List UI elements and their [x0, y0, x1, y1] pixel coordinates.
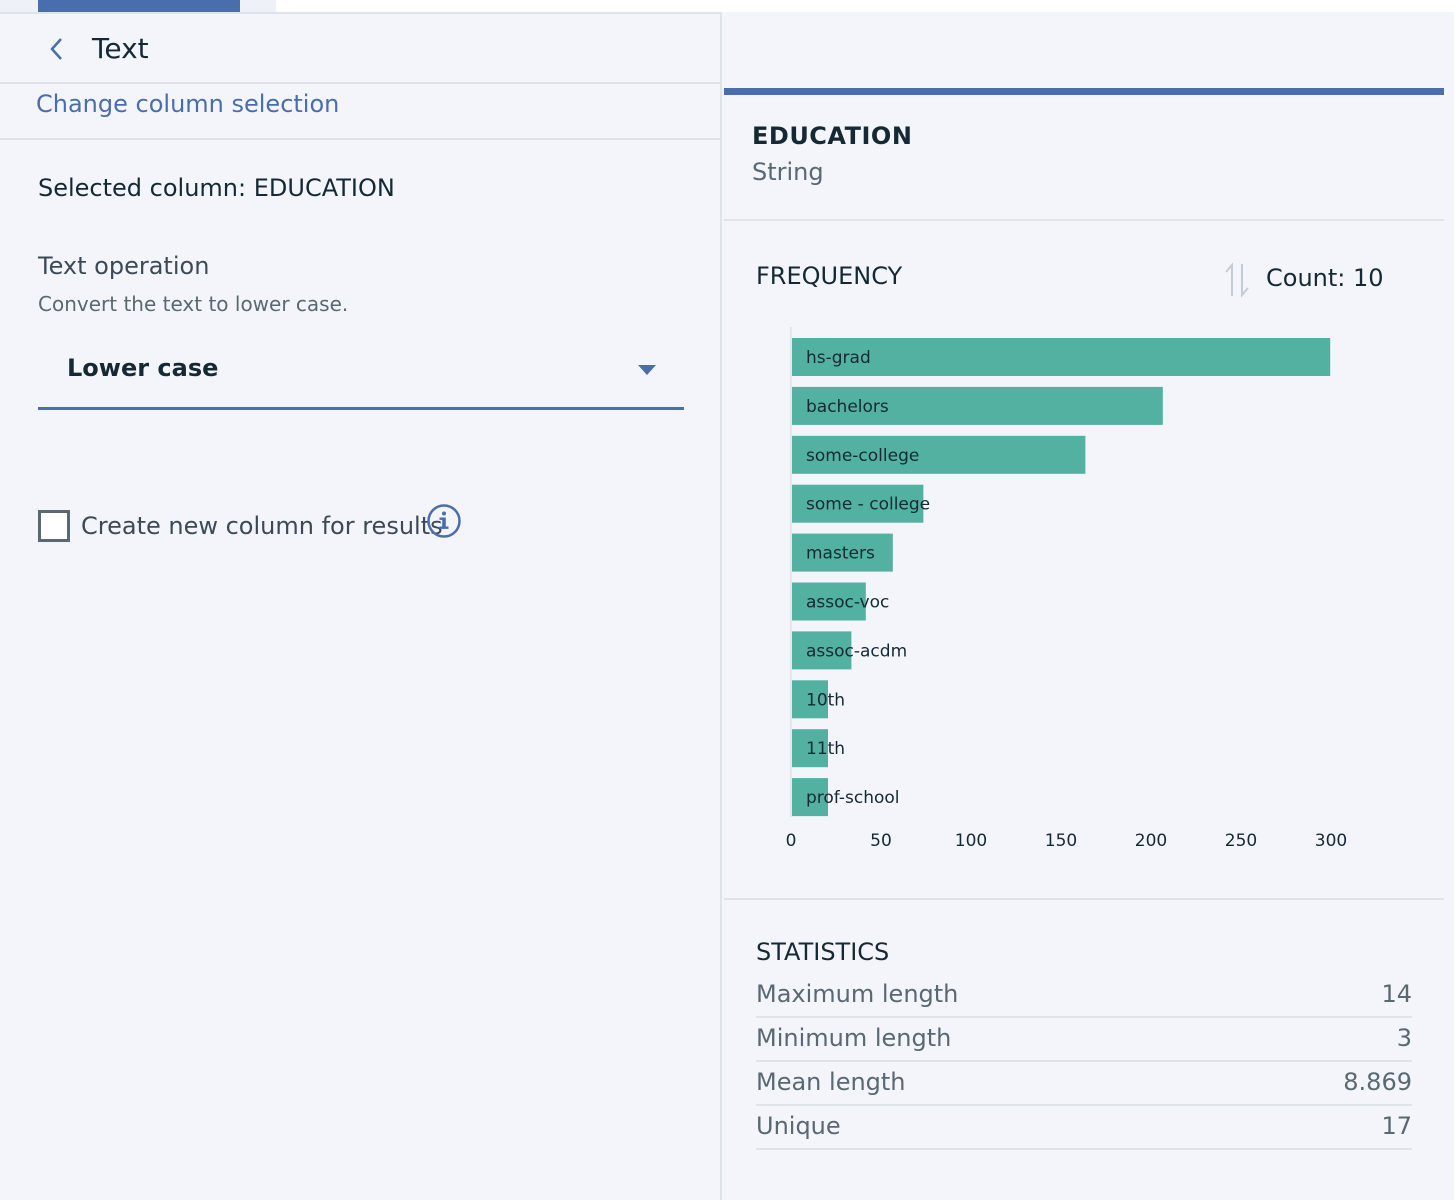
- stat-value: 8.869: [1343, 1068, 1412, 1096]
- statistics-title: STATISTICS: [756, 938, 890, 966]
- info-icon[interactable]: [426, 503, 462, 539]
- dropdown-selected-value: Lower case: [67, 354, 219, 382]
- chart-bar[interactable]: [792, 338, 1331, 376]
- stat-label: Mean length: [756, 1068, 906, 1096]
- stat-label: Minimum length: [756, 1024, 952, 1052]
- create-new-column-checkbox[interactable]: [38, 510, 70, 542]
- chart-bar-label: 10th: [806, 690, 845, 710]
- chart-tick-label: 250: [1225, 831, 1257, 851]
- text-operation-label: Text operation: [38, 252, 210, 280]
- panel-title: Text: [92, 32, 149, 65]
- panel-header: Text: [0, 12, 722, 84]
- statistics-table: Maximum length 14 Minimum length 3 Mean …: [756, 974, 1412, 1150]
- sort-icon[interactable]: [1222, 262, 1254, 298]
- text-operation-description: Convert the text to lower case.: [38, 292, 349, 316]
- count-label: Count: 10: [1266, 264, 1384, 292]
- chart-bar-label: assoc-acdm: [806, 641, 907, 661]
- chart-bar-label: masters: [806, 544, 875, 564]
- chart-bar-label: prof-school: [806, 788, 900, 808]
- stat-value: 14: [1381, 980, 1412, 1008]
- chart-bar-label: bachelors: [806, 397, 889, 417]
- chevron-left-icon[interactable]: [44, 34, 70, 64]
- change-column-selection-link[interactable]: Change column selection: [36, 90, 339, 118]
- top-strip: [0, 0, 1454, 12]
- divider: [724, 219, 1444, 221]
- text-operation-dropdown[interactable]: Lower case: [38, 336, 684, 410]
- right-top-area: [724, 12, 1454, 88]
- chart-bar-label: assoc-voc: [806, 593, 889, 613]
- frequency-chart: hs-grad bachelors some-college some - colle…: [786, 327, 1347, 851]
- chart-tick-label: 50: [870, 831, 892, 851]
- column-name: EDUCATION: [752, 122, 913, 150]
- stat-value: 3: [1396, 1024, 1412, 1052]
- chart-tick-label: 150: [1045, 831, 1077, 851]
- stat-value: 17: [1381, 1112, 1412, 1140]
- chart-bar-label: some-college: [806, 446, 919, 466]
- stat-row-max-length: Maximum length 14: [756, 974, 1412, 1018]
- create-new-column-option: Create new column for results: [38, 496, 478, 548]
- chart-tick-label: 0: [786, 831, 797, 851]
- panel-accent-bar: [724, 88, 1444, 95]
- chart-bar-label: hs-grad: [806, 348, 871, 368]
- stat-row-min-length: Minimum length 3: [756, 1018, 1412, 1062]
- divider: [724, 898, 1444, 900]
- chart-bar-label: 11th: [806, 739, 845, 759]
- stat-row-unique: Unique 17: [756, 1106, 1412, 1150]
- frequency-title: FREQUENCY: [756, 262, 903, 290]
- chart-bar-label: some - college: [806, 495, 930, 515]
- column-type: String: [752, 158, 824, 186]
- selected-column-text: Selected column: EDUCATION: [38, 174, 395, 202]
- checkbox-label: Create new column for results: [81, 512, 443, 540]
- active-tab-indicator[interactable]: [38, 0, 240, 12]
- column-details-panel: EDUCATION String FREQUENCY Count: 10 hs-…: [724, 88, 1444, 1200]
- divider: [0, 138, 720, 140]
- left-panel: Text Change column selection Selected co…: [0, 12, 722, 1200]
- chart-tick-label: 300: [1315, 831, 1347, 851]
- stat-label: Unique: [756, 1112, 841, 1140]
- chart-tick-label: 100: [955, 831, 987, 851]
- stat-row-mean-length: Mean length 8.869: [756, 1062, 1412, 1106]
- chart-tick-label: 200: [1135, 831, 1167, 851]
- stat-label: Maximum length: [756, 980, 959, 1008]
- caret-down-icon: [636, 362, 658, 376]
